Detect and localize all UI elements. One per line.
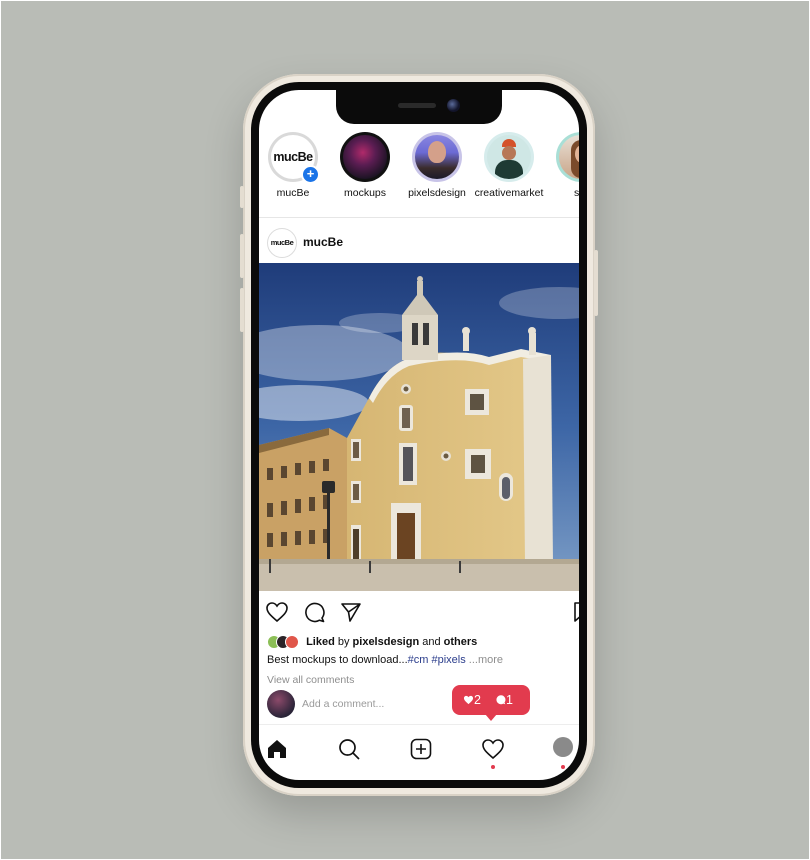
caption-more-link[interactable]: ...more: [469, 654, 503, 666]
view-all-comments-link[interactable]: View all comments: [267, 674, 354, 686]
liked-label: Liked: [306, 636, 335, 648]
add-post-icon[interactable]: [409, 737, 433, 761]
story-item[interactable]: stu: [545, 132, 579, 199]
story-item[interactable]: mockups: [329, 132, 401, 199]
power-button: [594, 250, 598, 316]
story-avatar: [343, 135, 387, 179]
profile-dot-indicator: [561, 765, 565, 769]
post-author-logo: mucBe: [270, 238, 294, 247]
speaker: [398, 103, 436, 108]
current-user-avatar: [267, 690, 295, 718]
liked-by-word: by: [337, 636, 350, 648]
volume-down-button: [240, 288, 244, 332]
bookmark-icon[interactable]: [573, 601, 579, 623]
activity-icon[interactable]: [481, 737, 505, 761]
comments-count: 1: [506, 693, 513, 707]
more-options-icon[interactable]: [577, 232, 579, 252]
app-screen: mucBe + mucBe mockups pixelsdesign creat…: [259, 90, 579, 780]
front-camera: [447, 99, 460, 112]
story-ring: [340, 132, 390, 182]
brand-logo: mucBe: [273, 150, 313, 164]
comment-icon[interactable]: [303, 601, 325, 623]
story-username: stu: [573, 187, 579, 199]
post-author-name[interactable]: mucBe: [303, 235, 343, 249]
mute-switch: [240, 186, 244, 208]
heart-filled-icon: [463, 695, 474, 705]
story-avatar: [559, 135, 579, 179]
liked-by-line: Liked by pixelsdesign and others: [267, 635, 478, 649]
post-photo[interactable]: [259, 263, 579, 591]
stories-divider: [259, 217, 579, 218]
story-ring: mucBe +: [268, 132, 320, 184]
story-avatar: [487, 135, 531, 179]
add-comment-row[interactable]: Add a comment...: [267, 690, 579, 720]
post-author-avatar[interactable]: mucBe: [267, 228, 297, 258]
profile-icon[interactable]: [553, 737, 573, 757]
liked-by-user[interactable]: pixelsdesign: [353, 636, 420, 648]
likes-count-group: 2: [463, 693, 481, 707]
liked-others-link[interactable]: others: [444, 636, 478, 648]
comments-count-group: 1: [495, 693, 513, 707]
phone-frame: mucBe + mucBe mockups pixelsdesign creat…: [240, 74, 598, 796]
liked-and-word: and: [422, 636, 441, 648]
story-ring: [484, 132, 534, 182]
notch: [336, 90, 502, 124]
caption-text: Best mockups to download...: [267, 654, 408, 666]
liker-avatars: [267, 635, 303, 649]
phone-bezel: mucBe + mucBe mockups pixelsdesign creat…: [251, 82, 587, 788]
share-icon[interactable]: [340, 601, 362, 623]
volume-up-button: [240, 234, 244, 278]
caption-hashtags[interactable]: #cm #pixels: [408, 654, 466, 666]
activity-notification-bubble[interactable]: 2 1: [452, 685, 530, 721]
post-caption: Best mockups to download...#cm #pixels .…: [267, 654, 503, 666]
likes-count: 2: [474, 693, 481, 707]
story-own[interactable]: mucBe + mucBe: [259, 132, 329, 199]
story-item[interactable]: pixelsdesign: [401, 132, 473, 199]
story-username: creativemarket: [474, 187, 544, 199]
add-comment-input[interactable]: Add a comment...: [302, 698, 384, 710]
search-icon[interactable]: [337, 737, 361, 761]
story-username: mucBe: [276, 187, 310, 199]
add-story-icon[interactable]: +: [301, 165, 320, 184]
home-icon[interactable]: [265, 737, 289, 761]
stories-bar[interactable]: mucBe + mucBe mockups pixelsdesign creat…: [259, 132, 579, 212]
story-avatar: [415, 135, 459, 179]
story-username: pixelsdesign: [408, 187, 466, 199]
story-username: mockups: [343, 187, 386, 199]
post-actions: [259, 598, 579, 626]
story-ring: [412, 132, 462, 182]
post-header: mucBe mucBe: [259, 224, 579, 264]
bottom-tab-bar: [259, 724, 579, 775]
activity-dot-indicator: [491, 765, 495, 769]
comment-filled-icon: [496, 695, 506, 705]
story-ring: [556, 132, 579, 182]
heart-icon[interactable]: [265, 601, 289, 623]
story-item[interactable]: creativemarket: [473, 132, 545, 199]
